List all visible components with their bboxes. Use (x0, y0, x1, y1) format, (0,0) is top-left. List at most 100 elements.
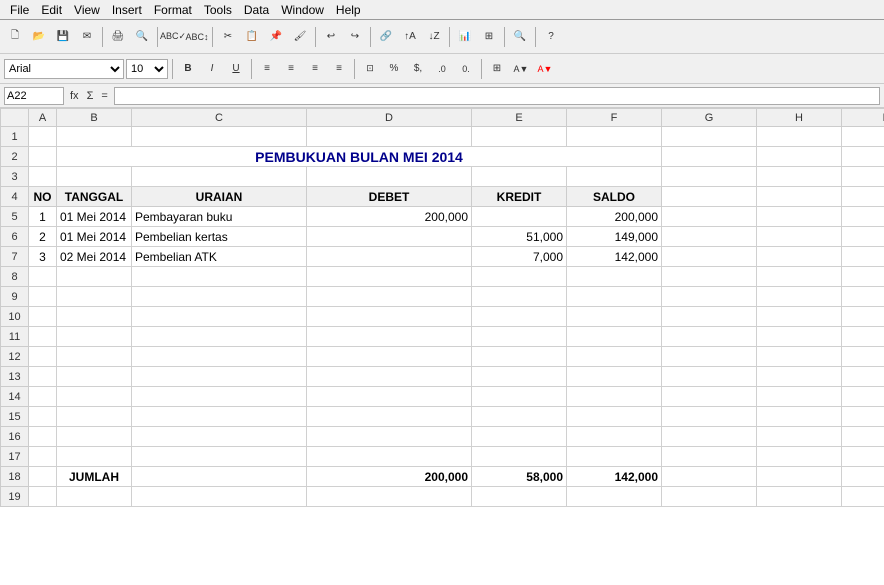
cell-e5[interactable] (472, 207, 567, 227)
cell-i7[interactable] (842, 247, 884, 267)
cell-a3[interactable] (29, 167, 57, 187)
cell-c1[interactable] (132, 127, 307, 147)
align-center-button[interactable]: ≡ (280, 58, 302, 80)
cell-h5[interactable] (757, 207, 842, 227)
cell-i6[interactable] (842, 227, 884, 247)
row-header[interactable]: 13 (1, 367, 29, 387)
cell-h3[interactable] (757, 167, 842, 187)
cell-b7[interactable]: 02 Mei 2014 (57, 247, 132, 267)
cell-c4[interactable]: URAIAN (132, 187, 307, 207)
cell-g4[interactable] (662, 187, 757, 207)
col-header-a[interactable]: A (29, 109, 57, 127)
currency-button[interactable]: $, (407, 58, 429, 80)
row-header[interactable]: 6 (1, 227, 29, 247)
cell-title[interactable]: PEMBUKUAN BULAN MEI 2014 (57, 147, 662, 167)
row-header[interactable]: 19 (1, 487, 29, 507)
menu-format[interactable]: Format (148, 2, 198, 18)
new-button[interactable]: 🗋 (4, 26, 26, 48)
background-color-button[interactable]: A▼ (510, 58, 532, 80)
font-color-button[interactable]: A▼ (534, 58, 556, 80)
row-header[interactable]: 15 (1, 407, 29, 427)
row-header[interactable]: 3 (1, 167, 29, 187)
menu-help[interactable]: Help (330, 2, 367, 18)
cell-b4[interactable]: TANGGAL (57, 187, 132, 207)
col-header-i[interactable]: I (842, 109, 884, 127)
cell-b1[interactable] (57, 127, 132, 147)
cell-a18[interactable] (29, 467, 57, 487)
formula-input[interactable] (114, 87, 880, 105)
cell-g18[interactable] (662, 467, 757, 487)
italic-button[interactable]: I (201, 58, 223, 80)
cell-g3[interactable] (662, 167, 757, 187)
sort-desc-button[interactable]: ↓Z (423, 26, 445, 48)
underline-button[interactable]: U (225, 58, 247, 80)
cell-f3[interactable] (567, 167, 662, 187)
cut-button[interactable]: ✂ (217, 26, 239, 48)
increase-decimal-button[interactable]: .0 (431, 58, 453, 80)
cell-c3[interactable] (132, 167, 307, 187)
save-button[interactable]: 💾 (52, 26, 74, 48)
cell-h1[interactable] (757, 127, 842, 147)
print-button[interactable]: 🖨 (107, 26, 129, 48)
email-button[interactable]: ✉ (76, 26, 98, 48)
cell-g5[interactable] (662, 207, 757, 227)
print-preview-button[interactable]: 🔍 (131, 26, 153, 48)
cell-f5[interactable]: 200,000 (567, 207, 662, 227)
bold-button[interactable]: B (177, 58, 199, 80)
borders-button[interactable]: ⊞ (486, 58, 508, 80)
cell-e3[interactable] (472, 167, 567, 187)
row-header[interactable]: 17 (1, 447, 29, 467)
cell-b5[interactable]: 01 Mei 2014 (57, 207, 132, 227)
cell-h7[interactable] (757, 247, 842, 267)
cell-g1[interactable] (662, 127, 757, 147)
row-header[interactable]: 2 (1, 147, 29, 167)
cell-f18[interactable]: 142,000 (567, 467, 662, 487)
cell-e1[interactable] (472, 127, 567, 147)
cell-a6[interactable]: 2 (29, 227, 57, 247)
cell-f7[interactable]: 142,000 (567, 247, 662, 267)
cell-g2[interactable] (662, 147, 757, 167)
col-header-h[interactable]: H (757, 109, 842, 127)
cell-c7[interactable]: Pembelian ATK (132, 247, 307, 267)
cell-i4[interactable] (842, 187, 884, 207)
cell-g6[interactable] (662, 227, 757, 247)
find-button[interactable]: 🔍 (509, 26, 531, 48)
col-header-d[interactable]: D (307, 109, 472, 127)
font-selector[interactable]: Arial (4, 59, 124, 79)
row-header[interactable]: 7 (1, 247, 29, 267)
percent-button[interactable]: % (383, 58, 405, 80)
cell-i2[interactable] (842, 147, 884, 167)
align-right-button[interactable]: ≡ (304, 58, 326, 80)
menu-file[interactable]: File (4, 2, 35, 18)
cell-i18[interactable] (842, 467, 884, 487)
cell-d4[interactable]: DEBET (307, 187, 472, 207)
row-header[interactable]: 5 (1, 207, 29, 227)
cell-f6[interactable]: 149,000 (567, 227, 662, 247)
cell-e7[interactable]: 7,000 (472, 247, 567, 267)
menu-edit[interactable]: Edit (35, 2, 68, 18)
row-header[interactable]: 18 (1, 467, 29, 487)
col-header-g[interactable]: G (662, 109, 757, 127)
cell-h2[interactable] (757, 147, 842, 167)
cell-a5[interactable]: 1 (29, 207, 57, 227)
row-header[interactable]: 1 (1, 127, 29, 147)
menu-data[interactable]: Data (238, 2, 275, 18)
cell-h6[interactable] (757, 227, 842, 247)
spell-check-button[interactable]: ABC✓ (162, 26, 184, 48)
paste-button[interactable]: 📌 (265, 26, 287, 48)
cell-reference-input[interactable] (4, 87, 64, 105)
menu-view[interactable]: View (68, 2, 106, 18)
cell-d3[interactable] (307, 167, 472, 187)
row-header[interactable]: 10 (1, 307, 29, 327)
copy-button[interactable]: 📋 (241, 26, 263, 48)
hyperlink-button[interactable]: 🔗 (375, 26, 397, 48)
undo-button[interactable]: ↩ (320, 26, 342, 48)
cell-c18[interactable] (132, 467, 307, 487)
col-header-b[interactable]: B (57, 109, 132, 127)
cell-b6[interactable]: 01 Mei 2014 (57, 227, 132, 247)
menu-window[interactable]: Window (275, 2, 330, 18)
col-header-e[interactable]: E (472, 109, 567, 127)
cell-b18[interactable]: JUMLAH (57, 467, 132, 487)
row-header[interactable]: 8 (1, 267, 29, 287)
menu-insert[interactable]: Insert (106, 2, 148, 18)
